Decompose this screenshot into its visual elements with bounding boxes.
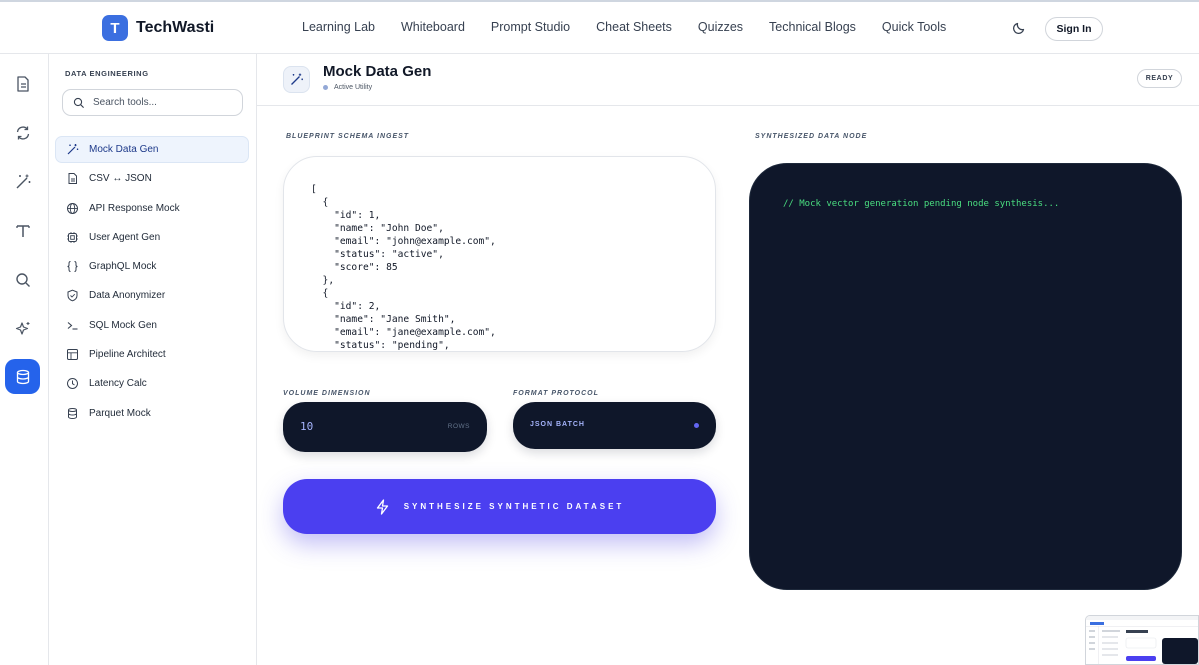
nav-link-cheat-sheets[interactable]: Cheat Sheets — [596, 20, 672, 34]
braces-icon — [67, 261, 78, 273]
page-title: Mock Data Gen — [323, 63, 432, 80]
nav-link-quizzes[interactable]: Quizzes — [698, 20, 743, 34]
sidebar-item-graphql-mock[interactable]: GraphQL Mock — [55, 253, 249, 280]
database-icon[interactable] — [5, 359, 40, 394]
format-label: FORMAT PROTOCOL — [513, 390, 599, 397]
format-select[interactable]: JSON BATCH — [513, 402, 716, 449]
sidebar-item-label: User Agent Gen — [89, 231, 161, 243]
tool-status: Active Utility — [323, 84, 372, 91]
chip-icon — [67, 231, 78, 243]
sign-in-button[interactable]: Sign In — [1045, 17, 1103, 41]
terminal-icon — [67, 321, 78, 330]
tools-sidebar: DATA ENGINEERING Search tools... Mock Da… — [49, 54, 257, 665]
magic-wand-icon — [283, 66, 310, 93]
sidebar-item-pipeline-architect[interactable]: Pipeline Architect — [55, 341, 249, 368]
sidebar-section-title: DATA ENGINEERING — [65, 69, 149, 78]
search-placeholder: Search tools... — [93, 97, 157, 108]
synthesize-button[interactable]: SYNTHESIZE SYNTHETIC DATASET — [283, 479, 716, 534]
screenshot-thumbnail[interactable] — [1085, 615, 1199, 665]
nav-link-prompt-studio[interactable]: Prompt Studio — [491, 20, 570, 34]
tool-header: Mock Data Gen Active Utility READY — [257, 54, 1199, 106]
volume-value: 10 — [300, 420, 314, 433]
moon-icon[interactable] — [1011, 20, 1027, 36]
status-badge: READY — [1137, 69, 1182, 88]
shield-icon — [67, 290, 78, 302]
output-placeholder: // Mock vector generation pending node s… — [783, 199, 1060, 209]
sparkles-icon[interactable] — [12, 318, 34, 340]
format-indicator — [694, 423, 699, 428]
sidebar-item-sql-mock-gen[interactable]: SQL Mock Gen — [55, 312, 249, 339]
sidebar-item-label: Data Anonymizer — [89, 290, 166, 302]
brand-name: TechWasti — [136, 19, 215, 36]
nav-link-learning-lab[interactable]: Learning Lab — [302, 20, 375, 34]
output-terminal[interactable]: // Mock vector generation pending node s… — [749, 163, 1182, 590]
sidebar-item-parquet-mock[interactable]: Parquet Mock — [55, 400, 249, 427]
output-label: SYNTHESIZED DATA NODE — [755, 133, 868, 140]
sidebar-item-label: Mock Data Gen — [89, 144, 159, 155]
volume-input[interactable]: 10 ROWS — [283, 402, 487, 452]
search-input[interactable]: Search tools... — [62, 89, 243, 116]
sidebar-item-data-anonymizer[interactable]: Data Anonymizer — [55, 282, 249, 309]
tools-list: Mock Data Gen CSV ↔ JSON API Response Mo… — [55, 136, 249, 429]
synthesize-label: SYNTHESIZE SYNTHETIC DATASET — [403, 502, 625, 511]
sidebar-item-label: GraphQL Mock — [89, 261, 157, 273]
schema-label: BLUEPRINT SCHEMA INGEST — [286, 133, 410, 140]
file-icon — [68, 173, 77, 185]
volume-label: VOLUME DIMENSION — [283, 390, 371, 397]
nav-link-whiteboard[interactable]: Whiteboard — [401, 20, 465, 34]
magic-wand-icon[interactable] — [12, 171, 34, 193]
sidebar-item-mock-data-gen[interactable]: Mock Data Gen — [55, 136, 249, 163]
status-text: Active Utility — [334, 84, 373, 91]
globe-icon — [67, 202, 78, 214]
search-icon[interactable] — [12, 269, 34, 291]
top-navbar: T TechWasti Learning Lab Whiteboard Prom… — [0, 0, 1199, 54]
nav-link-quick-tools[interactable]: Quick Tools — [882, 20, 946, 34]
sidebar-item-label: Latency Calc — [89, 378, 147, 390]
document-icon[interactable] — [12, 73, 34, 95]
wand-icon — [67, 144, 79, 155]
lightning-icon — [376, 498, 388, 515]
refresh-icon[interactable] — [12, 122, 34, 144]
sidebar-item-label: CSV ↔ JSON — [89, 173, 152, 185]
nav-link-technical-blogs[interactable]: Technical Blogs — [769, 20, 856, 34]
sidebar-item-label: Parquet Mock — [89, 407, 151, 419]
logo-badge: T — [102, 15, 128, 41]
sidebar-item-api-response-mock[interactable]: API Response Mock — [55, 195, 249, 222]
sidebar-item-label: Pipeline Architect — [89, 349, 166, 361]
text-icon[interactable] — [12, 220, 34, 242]
brand-logo[interactable]: T TechWasti — [102, 15, 214, 41]
icon-rail — [0, 54, 49, 665]
sidebar-item-label: API Response Mock — [89, 202, 180, 214]
sidebar-item-latency-calc[interactable]: Latency Calc — [55, 370, 249, 397]
sidebar-item-csv-json[interactable]: CSV ↔ JSON — [55, 165, 249, 192]
database-icon — [68, 407, 77, 419]
search-icon — [73, 97, 84, 108]
format-value: JSON BATCH — [530, 421, 585, 428]
volume-unit: ROWS — [447, 423, 470, 430]
layout-icon — [67, 349, 78, 361]
main-nav: Learning Lab Whiteboard Prompt Studio Ch… — [302, 20, 946, 34]
sidebar-item-label: SQL Mock Gen — [89, 319, 157, 331]
sidebar-item-user-agent-gen[interactable]: User Agent Gen — [55, 224, 249, 251]
schema-content: [ { "id": 1, "name": "John Doe", "email"… — [311, 184, 496, 351]
status-dot — [323, 85, 328, 90]
clock-icon — [67, 378, 78, 390]
schema-editor[interactable]: [ { "id": 1, "name": "John Doe", "email"… — [283, 156, 716, 352]
